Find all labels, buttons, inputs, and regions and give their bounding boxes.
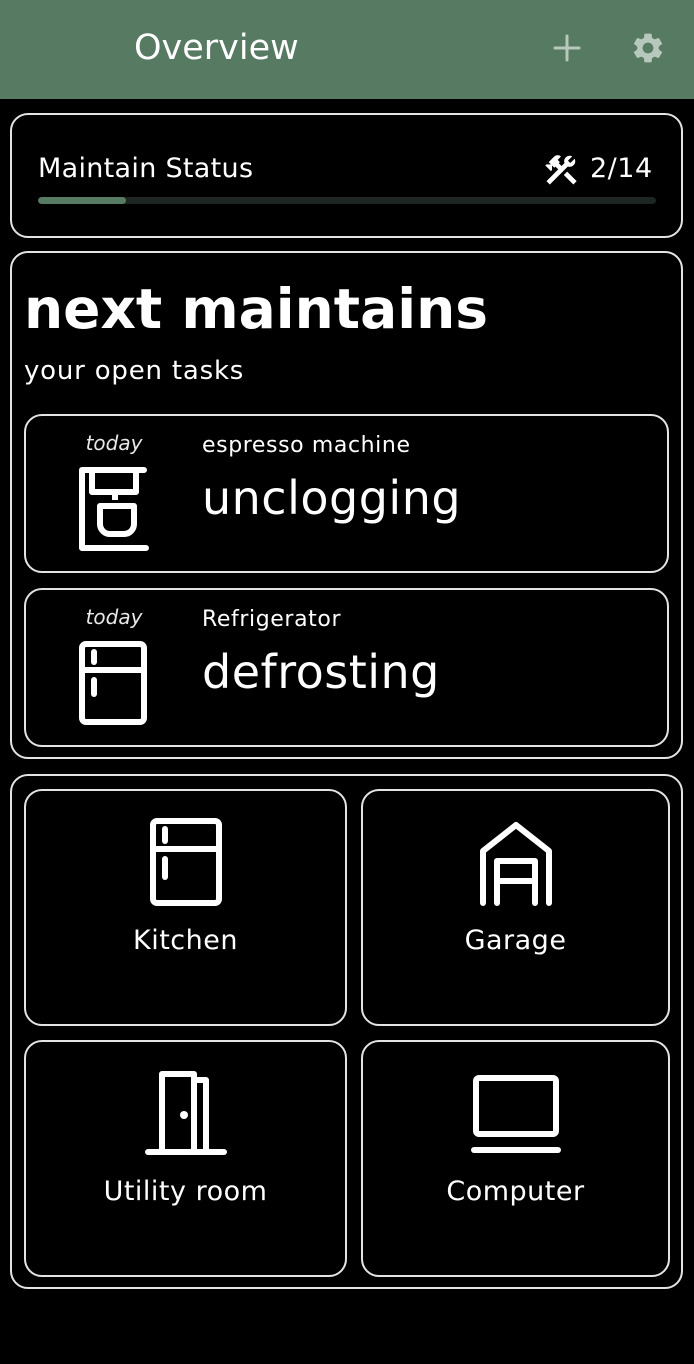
garage-icon	[479, 822, 552, 906]
next-maintains-card: next maintains your open tasks today esp…	[10, 251, 683, 759]
task-card[interactable]: today espresso machine unclogging	[24, 414, 669, 573]
room-tile-garage[interactable]: Garage	[361, 789, 670, 1026]
task-action: unclogging	[202, 471, 462, 525]
door-icon	[144, 1071, 227, 1155]
settings-button[interactable]	[626, 26, 670, 70]
room-tile-utility-room[interactable]: Utility room	[24, 1040, 347, 1277]
maintain-status-card[interactable]: Maintain Status 2/14	[10, 113, 683, 238]
room-label: Computer	[446, 1176, 585, 1207]
rooms-card: Kitchen Garage Utility room Computer	[10, 774, 683, 1289]
laptop-icon	[470, 1075, 561, 1153]
fridge-icon	[79, 641, 147, 725]
tools-icon	[545, 155, 577, 185]
gear-icon	[633, 33, 663, 63]
plus-icon	[553, 34, 581, 62]
section-subtitle: your open tasks	[24, 356, 245, 386]
task-device: Refrigerator	[202, 607, 342, 632]
add-button[interactable]	[545, 26, 589, 70]
room-label: Kitchen	[133, 925, 238, 956]
status-label: Maintain Status	[38, 153, 254, 184]
status-count: 2/14	[590, 153, 653, 184]
room-label: Utility room	[103, 1176, 268, 1207]
maintain-progress-bar	[38, 197, 656, 204]
page-title: Overview	[134, 28, 299, 68]
room-tile-kitchen[interactable]: Kitchen	[24, 789, 347, 1026]
task-due: today	[85, 605, 143, 629]
section-title: next maintains	[24, 277, 488, 341]
room-tile-computer[interactable]: Computer	[361, 1040, 670, 1277]
fridge-icon	[149, 818, 222, 906]
room-label: Garage	[464, 925, 567, 956]
espresso-machine-icon	[79, 467, 149, 551]
app-bar: Overview	[0, 0, 694, 99]
task-action: defrosting	[202, 645, 440, 699]
task-due: today	[85, 431, 143, 455]
task-device: espresso machine	[202, 433, 411, 458]
maintain-progress-fill	[38, 197, 127, 204]
task-card[interactable]: today Refrigerator defrosting	[24, 588, 669, 747]
